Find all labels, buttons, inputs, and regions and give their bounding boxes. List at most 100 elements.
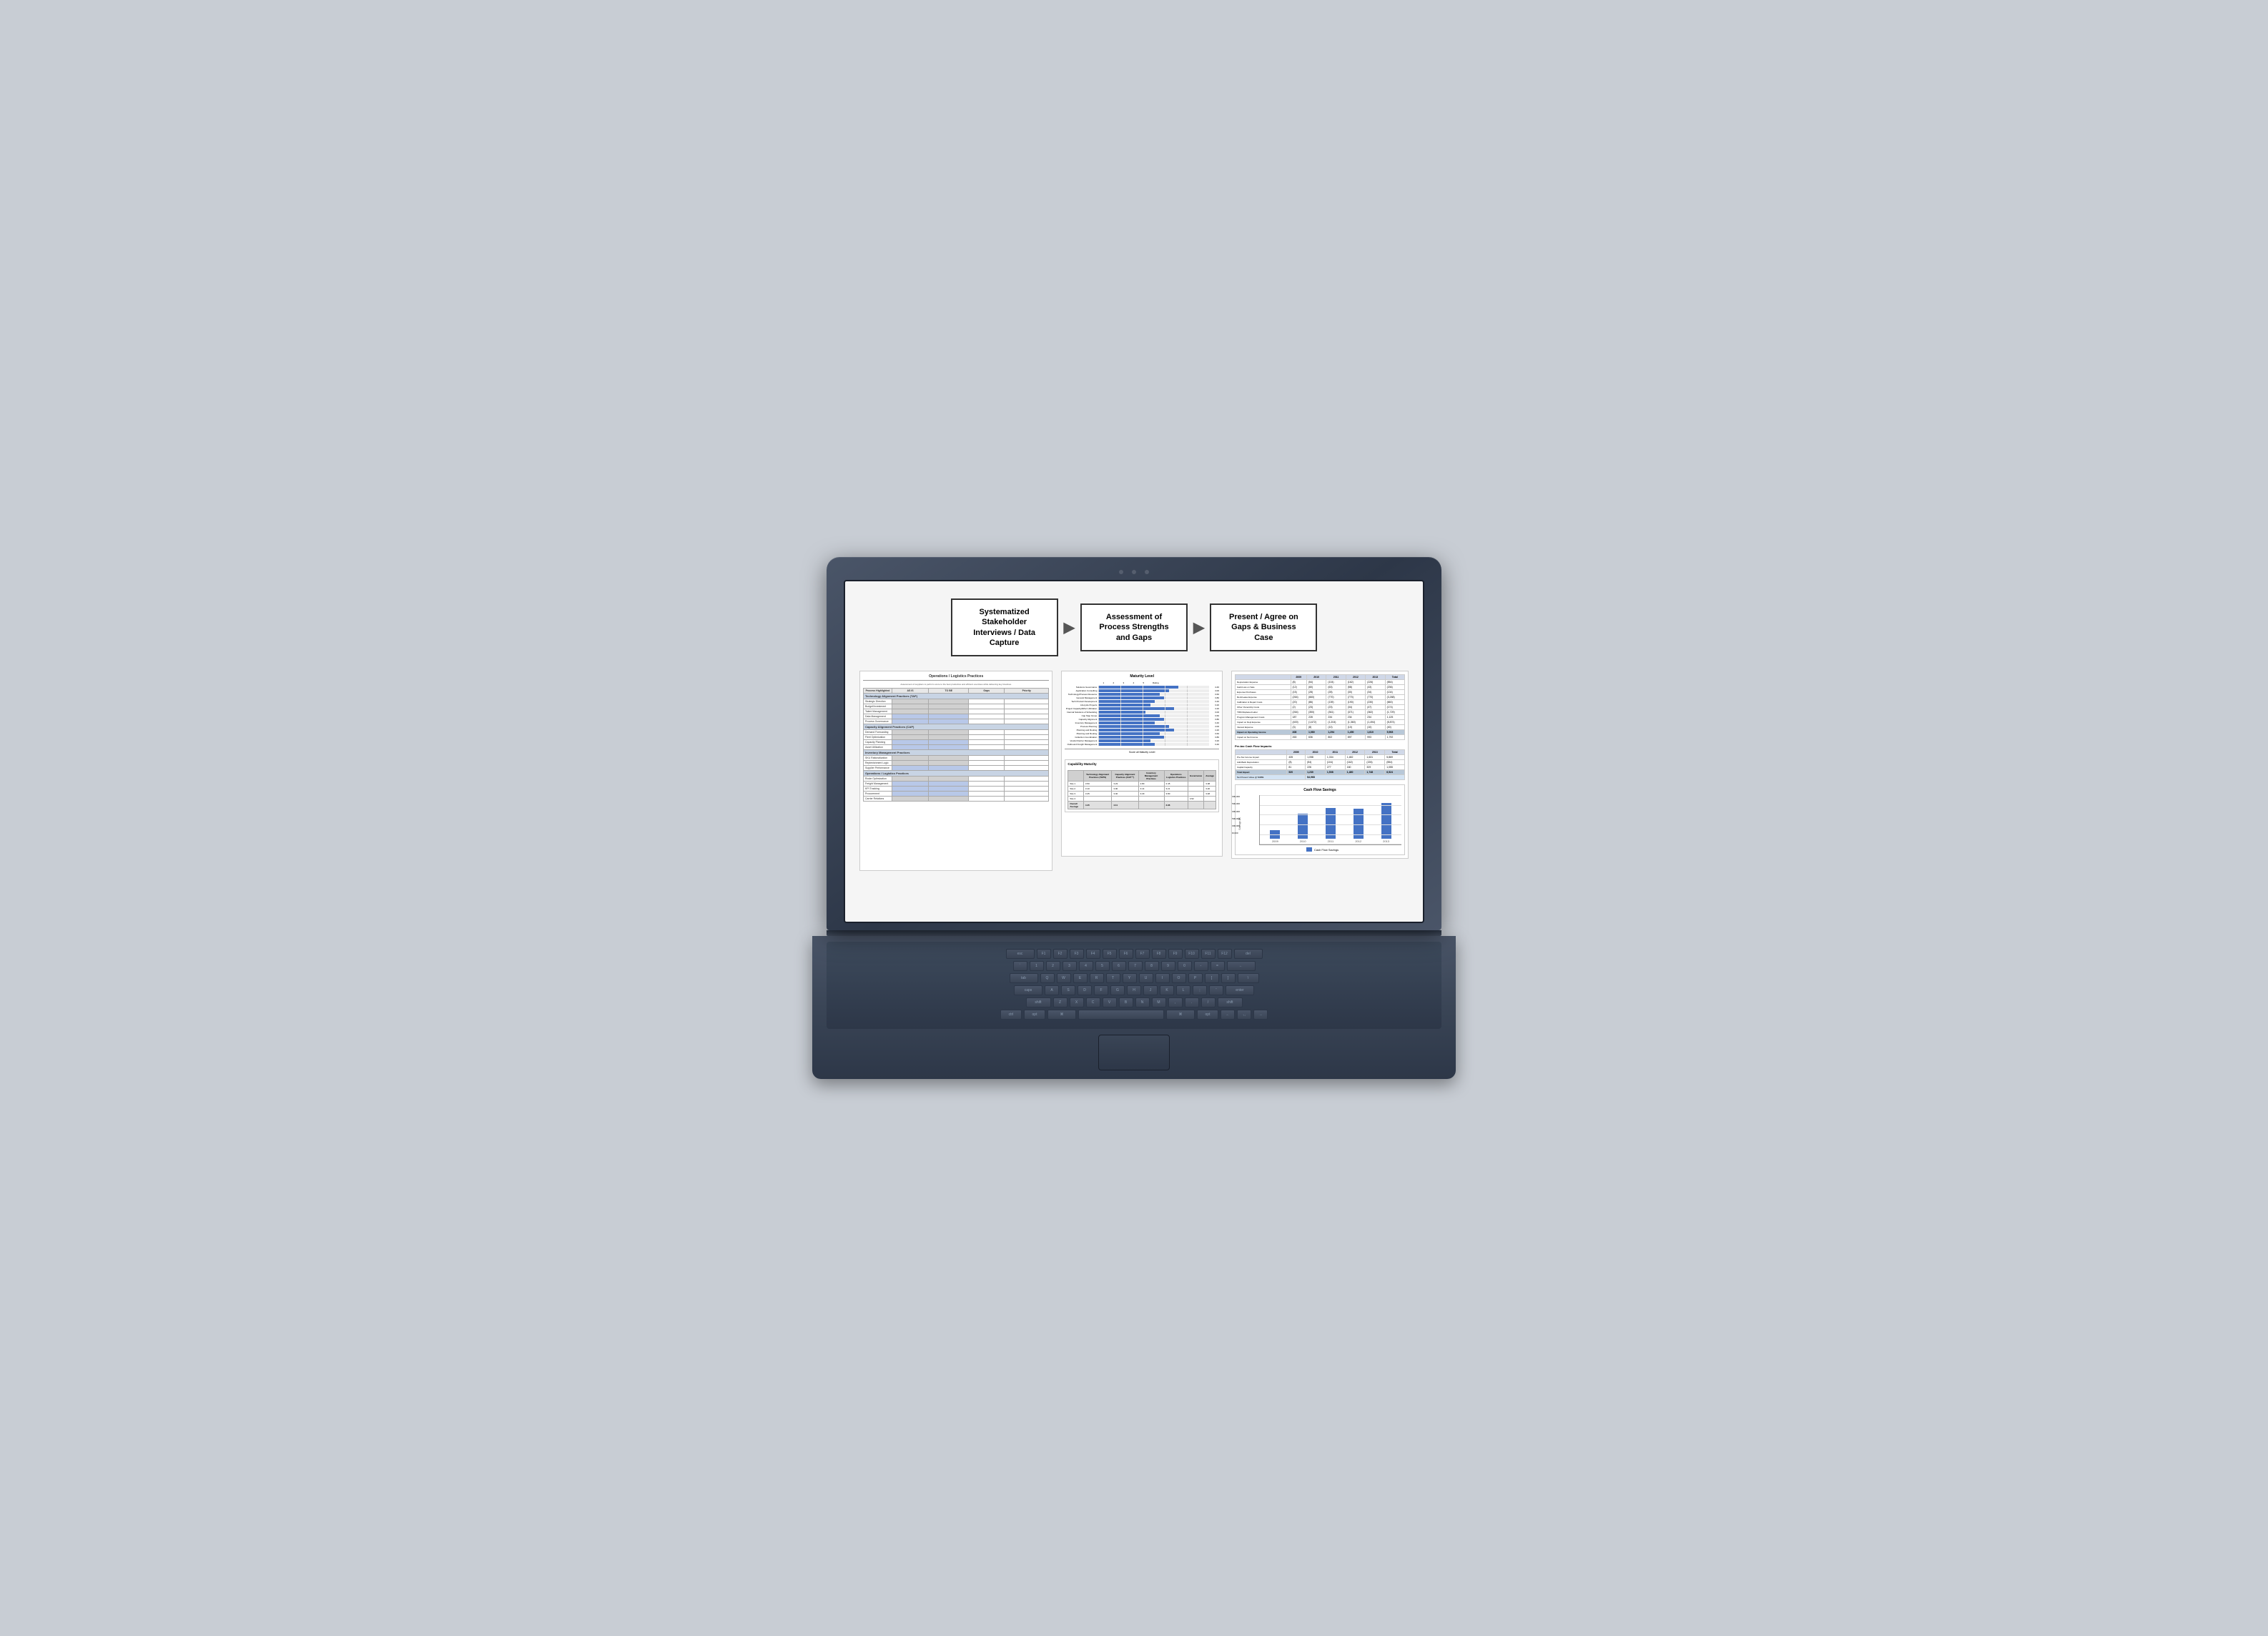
key-f1[interactable]: F1 (1037, 949, 1051, 959)
key-caps[interactable]: caps (1014, 985, 1042, 995)
key-t[interactable]: T (1106, 973, 1120, 983)
key-p[interactable]: P (1188, 973, 1203, 983)
key-f2[interactable]: F2 (1053, 949, 1068, 959)
key-v[interactable]: V (1103, 997, 1117, 1007)
arrow2: ▶ (1193, 619, 1204, 636)
step1-label: Systematized Stakeholder Interviews / Da… (973, 608, 1035, 647)
key-backtick[interactable]: ` (1013, 961, 1027, 971)
keyboard-row-modifiers: ctrl opt ⌘ ⌘ opt ← ↑↓ → (832, 1010, 1436, 1020)
key-comma[interactable]: , (1168, 997, 1183, 1007)
key-backslash[interactable]: \ (1238, 973, 1259, 983)
key-semicolon[interactable]: ; (1193, 985, 1207, 995)
legend-box (1306, 847, 1312, 852)
key-0[interactable]: 0 (1178, 961, 1192, 971)
key-h[interactable]: H (1127, 985, 1141, 995)
key-4[interactable]: 4 (1079, 961, 1093, 971)
maturity-row: Planning and Routing4.20 (1065, 729, 1219, 731)
key-6[interactable]: 6 (1112, 961, 1126, 971)
touchpad[interactable] (1098, 1035, 1170, 1070)
key-z[interactable]: Z (1053, 997, 1068, 1007)
key-arrow-updown[interactable]: ↑↓ (1237, 1010, 1251, 1020)
key-space[interactable] (1078, 1010, 1164, 1020)
key-f5[interactable]: F5 (1103, 949, 1117, 959)
key-l[interactable]: L (1176, 985, 1190, 995)
key-f8[interactable]: F8 (1152, 949, 1166, 959)
key-f11[interactable]: F11 (1201, 949, 1216, 959)
key-f4[interactable]: F4 (1086, 949, 1100, 959)
touchpad-area (827, 1035, 1441, 1070)
maturity-level-headers: 1 2 3 4 5 Rating (1098, 681, 1219, 684)
key-m[interactable]: M (1152, 997, 1166, 1007)
key-g[interactable]: G (1110, 985, 1125, 995)
key-slash[interactable]: / (1201, 997, 1216, 1007)
key-n[interactable]: N (1135, 997, 1150, 1007)
key-q[interactable]: Q (1040, 973, 1055, 983)
key-esc[interactable]: esc (1006, 949, 1035, 959)
key-del[interactable]: del (1234, 949, 1263, 959)
key-i[interactable]: I (1155, 973, 1170, 983)
maturity-row: Lifecycle Projects3.20 (1065, 704, 1219, 706)
key-backspace[interactable]: ← (1227, 961, 1256, 971)
key-shift-right[interactable]: shift (1218, 997, 1243, 1007)
key-o[interactable]: O (1172, 973, 1186, 983)
key-shift-left[interactable]: shift (1026, 997, 1051, 1007)
chart-inner: $3,000,000 $2,500,000 $2,000,000 $1,500,… (1243, 795, 1401, 852)
key-f12[interactable]: F12 (1218, 949, 1232, 959)
key-5[interactable]: 5 (1095, 961, 1110, 971)
table-row: Demand Forecasting (864, 730, 1049, 735)
key-f[interactable]: F (1094, 985, 1108, 995)
table-row: Add-Back Depreciation(8)(54)(104)(162)(2… (1236, 760, 1405, 765)
key-enter[interactable]: enter (1226, 985, 1254, 995)
key-y[interactable]: Y (1123, 973, 1137, 983)
key-cmd-left[interactable]: ⌘ (1047, 1010, 1076, 1020)
maturity-row: Capacity Alignment3.80 (1065, 718, 1219, 721)
key-arrow-left[interactable]: ← (1221, 1010, 1235, 1020)
key-2[interactable]: 2 (1046, 961, 1060, 971)
key-cmd-right[interactable]: ⌘ (1166, 1010, 1195, 1020)
key-minus[interactable]: - (1194, 961, 1208, 971)
key-f7[interactable]: F7 (1135, 949, 1150, 959)
table-row: Talent Management (864, 709, 1049, 714)
key-e[interactable]: E (1073, 973, 1088, 983)
maturity-row: Vendor/Carrier Management3.20 (1065, 739, 1219, 742)
table-row: Fleet Optimization (864, 735, 1049, 740)
key-8[interactable]: 8 (1145, 961, 1159, 971)
key-j[interactable]: J (1143, 985, 1158, 995)
key-tab[interactable]: tab (1010, 973, 1038, 983)
key-quote[interactable]: ' (1209, 985, 1223, 995)
camera-dot-center (1132, 570, 1136, 574)
key-7[interactable]: 7 (1128, 961, 1143, 971)
key-opt-right[interactable]: opt (1197, 1010, 1218, 1020)
key-f3[interactable]: F3 (1070, 949, 1084, 959)
key-b[interactable]: B (1119, 997, 1133, 1007)
key-f6[interactable]: F6 (1119, 949, 1133, 959)
key-u[interactable]: U (1139, 973, 1153, 983)
key-1[interactable]: 1 (1030, 961, 1044, 971)
key-lbracket[interactable]: [ (1205, 973, 1219, 983)
key-9[interactable]: 9 (1161, 961, 1175, 971)
key-equals[interactable]: = (1211, 961, 1225, 971)
key-c[interactable]: C (1086, 997, 1100, 1007)
table-row: Program Management Costs1872282342342341… (1236, 715, 1405, 720)
key-rbracket[interactable]: ] (1221, 973, 1236, 983)
key-3[interactable]: 3 (1062, 961, 1077, 971)
key-r[interactable]: R (1090, 973, 1104, 983)
key-s[interactable]: S (1061, 985, 1075, 995)
key-arrow-right[interactable]: → (1253, 1010, 1268, 1020)
key-k[interactable]: K (1160, 985, 1174, 995)
key-d[interactable]: D (1078, 985, 1092, 995)
table-row: Site 1 3.503.232.802.453.08 (1068, 782, 1216, 787)
table-row: TRM Displaced Labor(264)(350)(361)(371)(… (1236, 710, 1405, 715)
key-f9[interactable]: F9 (1168, 949, 1183, 959)
key-opt[interactable]: opt (1024, 1010, 1045, 1020)
key-ctrl[interactable]: ctrl (1000, 1010, 1022, 1020)
table-row: 2009 2010 2011 2012 2013 Total (1236, 750, 1405, 755)
key-a[interactable]: A (1045, 985, 1059, 995)
key-w[interactable]: W (1057, 973, 1071, 983)
key-x[interactable]: X (1070, 997, 1084, 1007)
cashflow-table: 2009 2010 2011 2012 2013 Total Pre-Tax I… (1235, 749, 1405, 780)
legend-label: Cash Flow Savings (1314, 848, 1338, 852)
key-f10[interactable]: F10 (1185, 949, 1199, 959)
keyboard-row-numbers: ` 1 2 3 4 5 6 7 8 9 0 - = ← (832, 961, 1436, 971)
key-period[interactable]: . (1185, 997, 1199, 1007)
